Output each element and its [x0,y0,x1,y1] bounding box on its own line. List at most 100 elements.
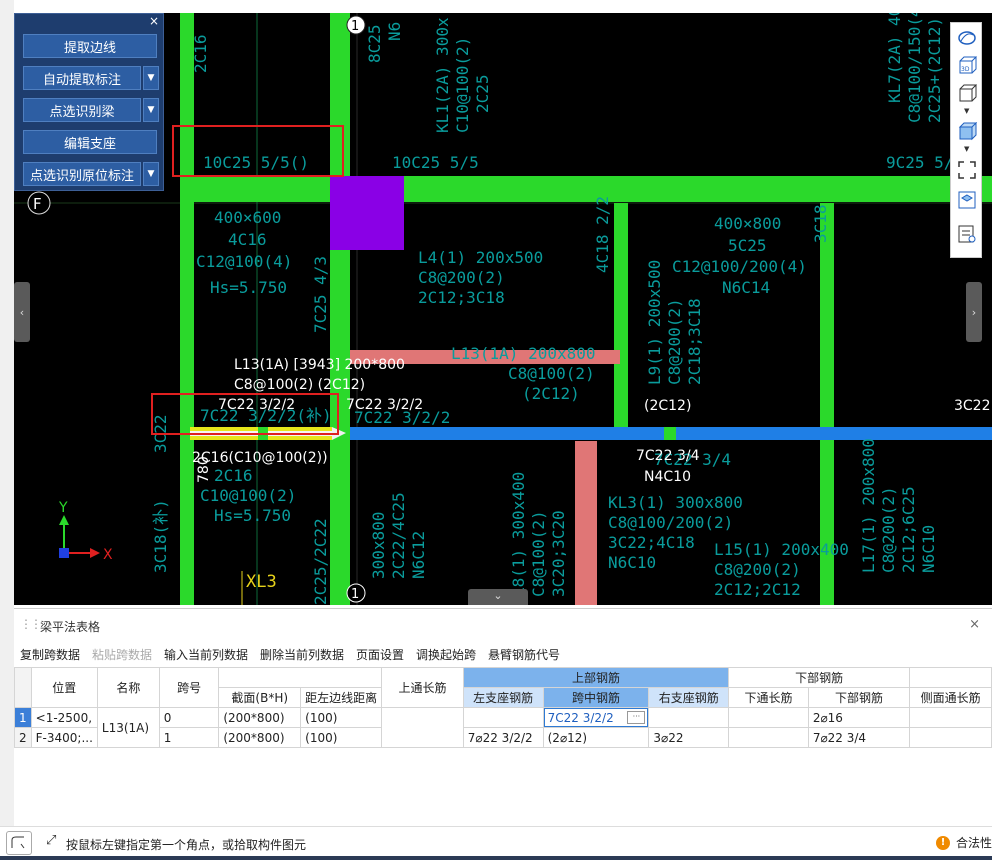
close-icon[interactable]: × [969,617,980,632]
cell-mid-span-editor[interactable]: 7C22 3/2/2 ··· [542,707,650,728]
pick-identify-dropdown[interactable]: ▼ [143,98,159,122]
drag-handle-icon[interactable]: ⋮⋮ [20,617,42,631]
cell-position[interactable]: <1-2500, [30,707,98,728]
beam-l8[interactable] [575,441,597,605]
beam-horizontal[interactable] [180,176,992,202]
cell-side-through[interactable] [909,707,992,728]
col-header-left-support[interactable]: 左支座钢筋 [462,687,544,708]
axis-label: F [33,195,42,213]
row-number[interactable]: 2 [14,727,32,748]
beam-data-table: 位置 名称 跨号 上通长筋 上部钢筋 下部钢筋 截面(B*H) 距左边线距离 左… [14,667,992,748]
cell-top-through[interactable] [381,707,464,748]
view-toolbar: 3D ▼ ▼ [950,22,982,258]
col-header-bottom-bar[interactable]: 下部钢筋 [807,687,911,708]
cell-edge-distance[interactable]: (100) [300,707,383,728]
mid-span-input-value[interactable]: 7C22 3/2/2 [545,711,628,725]
cad-annotation: 2C25+(2C12) [925,17,944,123]
caret-down-icon[interactable]: ▼ [964,145,969,153]
cell-left-support[interactable]: 7⌀22 3/2/2 [462,727,544,748]
cell-bottom-bar[interactable]: 2⌀16 [807,707,911,728]
cell-left-support[interactable] [462,707,544,728]
col-header-right-support[interactable]: 右支座钢筋 [648,687,730,708]
auto-extract-dropdown[interactable]: ▼ [143,66,159,90]
right-collapse-tab[interactable]: › [966,282,982,342]
col-header-name[interactable]: 名称 [96,667,160,708]
origin-annotation-dropdown[interactable]: ▼ [143,162,159,186]
col-header-mid-span[interactable]: 跨中钢筋 [542,687,650,708]
page-settings-button[interactable]: 页面设置 [356,646,404,663]
delete-current-column-button[interactable]: 删除当前列数据 [260,646,344,663]
col-header-section[interactable]: 截面(B*H) [218,687,302,708]
3d-view-icon[interactable]: 3D [955,55,979,77]
cad-annotation: L4(1) 200x500 [418,248,543,267]
caret-down-icon[interactable]: ▼ [964,107,969,115]
close-icon[interactable]: × [149,14,159,28]
snap-mode-icon[interactable] [6,831,32,855]
left-collapse-tab[interactable]: ‹ [14,282,30,342]
beam-info-label: C8@100(2) (2C12) [234,377,365,393]
swap-start-span-button[interactable]: 调换起始跨 [416,646,476,663]
fit-view-icon[interactable] [955,159,979,181]
cell-mid-span[interactable]: (2⌀12) [542,727,650,748]
cell-edge-distance[interactable]: (100) [300,727,383,748]
status-bar: ⤢ 按鼠标左键指定第一个角点，或拾取构件图元 ! 合法性 [0,826,992,857]
layer-settings-icon[interactable] [955,223,979,245]
col-header-span[interactable]: 跨号 [158,667,220,708]
beam-vertical[interactable] [614,203,628,433]
cad-annotation: C8@100(2) [508,364,595,383]
chevron-left-icon: ‹ [19,305,25,319]
col-header-side-through[interactable]: 侧面通长筋 [909,687,992,708]
cad-annotation: C8@200(2) [714,560,801,579]
cad-annotation: 10C25 5/5 [392,153,479,172]
column-block[interactable] [330,176,404,250]
input-current-column-button[interactable]: 输入当前列数据 [164,646,248,663]
pick-identify-origin-annotation-button[interactable]: 点选识别原位标注 [23,162,141,186]
cantilever-code-button[interactable]: 悬臂钢筋代号 [488,646,560,663]
col-header-position[interactable]: 位置 [30,667,98,708]
beam-vertical[interactable] [330,13,350,605]
beam-info-label: N4C10 [644,469,691,485]
cad-annotation: L17(1) 200x800 [859,438,878,573]
cell-section[interactable]: (200*800) [218,727,302,748]
cell-right-support[interactable] [648,707,730,728]
col-header-bottom-through[interactable]: 下通长筋 [728,687,809,708]
cell-name[interactable]: L13(1A) [96,707,160,748]
cell-position[interactable]: F-3400;... [30,727,98,748]
cell-bottom-through[interactable] [728,707,809,728]
edit-support-button[interactable]: 编辑支座 [23,130,157,154]
beam-info-label: L13(1A) [3943] 200*800 [234,357,405,373]
extract-edge-button[interactable]: 提取边线 [23,34,157,58]
cad-annotation: 2C12;6C25 [899,486,918,573]
top-view-icon[interactable] [955,189,979,211]
more-options-icon[interactable]: ··· [627,711,646,724]
solid-cube-icon[interactable] [955,121,979,143]
row-number[interactable]: 1 [14,707,32,728]
copy-span-data-button[interactable]: 复制跨数据 [20,646,80,663]
cell-right-support[interactable]: 3⌀22 [648,727,730,748]
cad-annotation: 8C25 [365,24,384,63]
pick-identify-beam-button[interactable]: 点选识别梁 [23,98,141,122]
cell-span[interactable]: 0 [158,707,220,728]
cad-annotation: 3C22;4C18 [608,533,695,552]
cell-span[interactable]: 1 [158,727,220,748]
mid-span-input[interactable]: 7C22 3/2/2 ··· [544,708,648,727]
table-row[interactable]: 2 F-3400;... 1 (200*800) (100) 7⌀22 3/2/… [14,727,992,748]
cube-view-icon[interactable] [955,83,979,105]
paste-span-data-button[interactable]: 粘贴跨数据 [92,646,152,663]
cursor-resize-icon: ⤢ [46,833,57,848]
validity-indicator[interactable]: ! 合法性 [935,834,992,851]
rotate-view-icon[interactable] [955,27,979,49]
cell-bottom-through[interactable] [728,727,809,748]
cad-annotation: 3C22 [151,414,170,453]
cad-annotation: 9C25 5/ [886,153,953,172]
beam-vertical[interactable] [180,13,194,605]
cell-side-through[interactable] [909,727,992,748]
cell-bottom-bar[interactable]: 7⌀22 3/4 [807,727,911,748]
cell-section[interactable]: (200*800) [218,707,302,728]
col-header-edge-distance[interactable]: 距左边线距离 [300,687,383,708]
bottom-collapse-tab[interactable]: ⌄ [468,589,528,605]
auto-extract-annotation-button[interactable]: 自动提取标注 [23,66,141,90]
col-header-top-through[interactable]: 上通长筋 [381,667,464,708]
cad-annotation: L13(1A) 200x800 [451,344,596,363]
table-row[interactable]: 1 <1-2500, L13(1A) 0 (200*800) (100) 7C2… [14,707,992,748]
